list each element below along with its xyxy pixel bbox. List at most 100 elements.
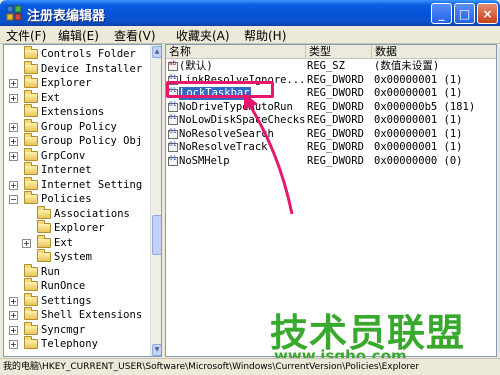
tree-item[interactable]: + Group Policy (9, 118, 117, 135)
tree-item-label: Associations (54, 207, 130, 220)
expand-icon[interactable]: + (9, 296, 18, 306)
value-data: 0x00000000 (0) (374, 154, 463, 167)
column-header-name[interactable]: 名称 (166, 45, 306, 59)
registry-editor-icon (6, 5, 22, 21)
expand-icon[interactable]: + (9, 122, 18, 132)
folder-icon (37, 234, 51, 248)
tree-item[interactable]: Internet (24, 162, 92, 178)
highlight-box (166, 81, 274, 98)
tree-item-label: Extensions (41, 106, 105, 119)
tree-scrollbar[interactable]: ▲ ▼ (150, 45, 161, 356)
tree-item[interactable]: + Internet Setting (9, 176, 142, 193)
value-data: 0x00000001 (1) (374, 127, 463, 140)
value-row[interactable]: NoLowDiskSpaceChecksREG_DWORD 0x00000001 … (166, 114, 496, 128)
tree-item[interactable]: + Telephony (9, 336, 98, 352)
tree-item[interactable]: RunOnce (24, 278, 85, 294)
value-row[interactable]: NoDriveTypeAutoRun REG_DWORD 0x000000b5 (1… (166, 101, 496, 115)
tree-item[interactable]: Explorer (37, 220, 105, 236)
expand-icon[interactable]: + (9, 325, 18, 335)
reg-dword-icon (168, 128, 178, 139)
status-bar: 我的电脑\HKEY_CURRENT_USER\Software\Microsof… (0, 358, 500, 375)
value-data: 0x00000001 (1) (374, 141, 463, 153)
tree-item-label: Explorer (41, 77, 92, 90)
tree-item[interactable]: Associations (37, 205, 130, 222)
minimize-button[interactable]: _ (431, 3, 452, 24)
menu-edit[interactable]: 编辑(E) (58, 27, 99, 44)
folder-icon (24, 336, 38, 350)
value-type: REG_DWORD (307, 154, 364, 167)
value-data: 0x00000001 (1) (374, 114, 463, 126)
title-bar[interactable]: 注册表编辑器 _ □ × (0, 0, 500, 26)
value-type: REG_DWORD (307, 141, 364, 153)
tree-item[interactable]: + GrpConv (9, 147, 85, 164)
folder-icon (24, 162, 38, 176)
tree-item[interactable]: + Group Policy Obj (9, 133, 142, 149)
tree-scroll-thumb[interactable] (152, 215, 161, 255)
tree-item[interactable]: + Settings (9, 292, 92, 309)
value-row[interactable]: (默认) REG_SZ (数值未设置) (166, 60, 496, 74)
value-row[interactable]: NoSMHelp REG_DWORD 0x00000000 (0) (166, 155, 496, 169)
value-name: NoResolveSearch (179, 127, 274, 140)
tree-item[interactable]: Extensions (24, 104, 105, 120)
tree-item[interactable]: + Shell Extensions (9, 307, 142, 323)
tree-item[interactable]: Device Installer (24, 60, 143, 77)
tree-item-label: Controls Folder (41, 48, 136, 61)
column-header-data[interactable]: 数据 (372, 45, 496, 59)
tree-item[interactable]: System (37, 249, 92, 265)
value-row[interactable]: NoResolveTrack REG_DWORD 0x00000001 (1) (166, 141, 496, 155)
value-type: REG_DWORD (307, 114, 364, 126)
tree-item-label: System (54, 251, 92, 264)
tree-item-label: Run (41, 265, 60, 278)
folder-icon (37, 205, 51, 219)
maximize-button[interactable]: □ (454, 3, 475, 24)
folder-icon (24, 263, 38, 277)
key-tree[interactable]: ▲ ▼ Controls Folder Device Installer + Expl… (3, 44, 162, 357)
tree-item-label: Telephony (41, 338, 98, 351)
reg-dword-icon (168, 101, 178, 112)
expand-icon[interactable]: + (9, 137, 18, 146)
tree-item-label: Device Installer (41, 62, 143, 75)
folder-icon (24, 191, 38, 205)
scroll-up-icon[interactable]: ▲ (152, 46, 161, 58)
expand-icon[interactable]: + (9, 311, 18, 320)
expand-icon[interactable]: + (9, 79, 18, 88)
value-data: 0x00000001 (1) (374, 87, 463, 99)
tree-item-label: Syncmgr (41, 323, 86, 336)
close-icon: × (482, 6, 493, 21)
expand-icon[interactable]: + (9, 151, 18, 161)
menu-help[interactable]: 帮助(H) (244, 27, 286, 44)
menu-view[interactable]: 查看(V) (114, 27, 156, 44)
folder-icon (24, 292, 38, 306)
value-data: 0x000000b5 (181) (374, 100, 476, 113)
tree-item[interactable]: + Ext (22, 234, 73, 251)
expand-icon[interactable]: + (9, 180, 18, 190)
value-name: NoSMHelp (179, 154, 230, 167)
value-data: (数值未设置) (374, 60, 440, 72)
column-header-type[interactable]: 类型 (306, 45, 372, 59)
folder-icon (37, 220, 51, 234)
collapse-icon[interactable]: − (9, 195, 18, 204)
value-data: 0x00000001 (1) (374, 73, 463, 86)
tree-item[interactable]: + Syncmgr (9, 321, 86, 338)
value-row[interactable]: NoResolveSearch REG_DWORD 0x00000001 (1) (166, 128, 496, 142)
tree-item-label: Internet (41, 164, 92, 177)
value-type: REG_SZ (307, 60, 345, 72)
value-name: (默认) (179, 60, 213, 72)
value-type: REG_DWORD (307, 127, 364, 140)
menu-favorites[interactable]: 收藏夹(A) (176, 27, 230, 44)
folder-icon (24, 75, 38, 89)
expand-icon[interactable]: + (9, 340, 18, 349)
tree-item[interactable]: − Policies (9, 191, 92, 207)
close-button[interactable]: × (477, 3, 498, 24)
tree-item[interactable]: Controls Folder (24, 46, 136, 62)
menu-file[interactable]: 文件(F) (6, 27, 46, 44)
scroll-down-icon[interactable]: ▼ (152, 344, 161, 356)
tree-item[interactable]: + Ext (9, 89, 60, 106)
tree-item[interactable]: Run (24, 263, 60, 280)
tree-item[interactable]: + Explorer (9, 75, 92, 91)
folder-icon (24, 89, 38, 103)
expand-icon[interactable]: + (22, 238, 31, 248)
folder-icon (24, 60, 38, 74)
expand-icon[interactable]: + (9, 93, 18, 103)
minimize-icon: _ (438, 6, 445, 21)
